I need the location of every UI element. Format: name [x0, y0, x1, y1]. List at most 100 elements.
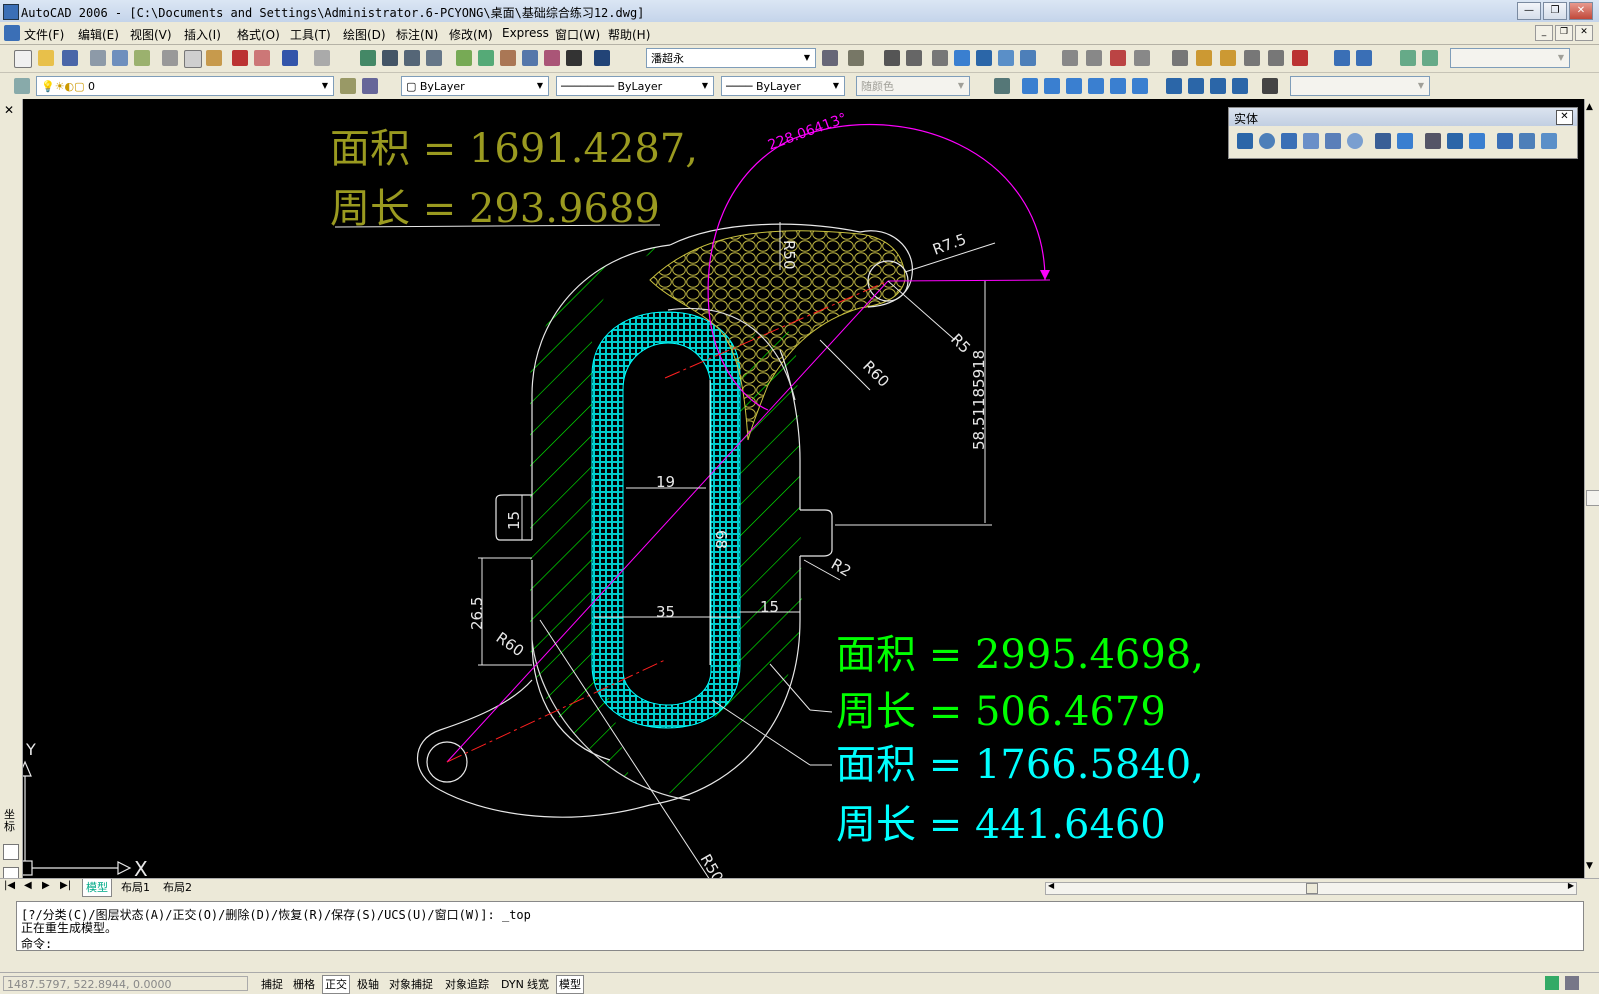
scroll-left-icon[interactable]: ◀: [1048, 881, 1054, 890]
comm-center-icon[interactable]: [1545, 976, 1559, 990]
tab-layout1[interactable]: 布局1: [118, 879, 153, 896]
command-window[interactable]: [?/分类(C)/图层状态(A)/正交(O)/删除(D)/恢复(R)/保存(S)…: [16, 901, 1584, 951]
setup-profile-icon[interactable]: [1541, 133, 1557, 149]
close-button[interactable]: ✕: [1569, 2, 1593, 20]
dim-15-left-label[interactable]: 15: [505, 511, 523, 530]
abc-icon[interactable]: [1134, 50, 1150, 66]
sheetset-icon[interactable]: [522, 50, 538, 66]
grid-toggle[interactable]: 栅格: [290, 975, 318, 994]
horizontal-scrollbar[interactable]: ◀ ▶: [1045, 881, 1577, 895]
preview-icon[interactable]: [112, 50, 128, 66]
lineweight-combo[interactable]: ──── ByLayer ▼: [721, 76, 845, 96]
iso-nw-icon[interactable]: [1232, 78, 1248, 94]
doc-close-button[interactable]: ✕: [1575, 25, 1593, 41]
tablestyle-icon[interactable]: [848, 50, 864, 66]
linetype-combo[interactable]: ──────── ByLayer ▼: [556, 76, 714, 96]
zoom-window-icon[interactable]: [404, 50, 420, 66]
perimeter-1-label[interactable]: 周长 = 293.9689: [330, 186, 660, 232]
layout2-icon[interactable]: [1422, 50, 1438, 66]
wedge-icon[interactable]: [1325, 133, 1341, 149]
iso-sw-icon[interactable]: [1166, 78, 1182, 94]
make-current-layer-icon[interactable]: [340, 78, 356, 94]
paste-icon[interactable]: [206, 50, 222, 66]
cone-icon[interactable]: [1303, 133, 1319, 149]
menu-insert[interactable]: 插入(I): [184, 26, 221, 43]
id-icon[interactable]: [1268, 50, 1284, 66]
viewport-icon[interactable]: [1334, 50, 1350, 66]
view-bottom-icon[interactable]: [1044, 78, 1060, 94]
doc-minimize-button[interactable]: _: [1535, 25, 1553, 41]
box-solid-icon[interactable]: [1237, 133, 1253, 149]
setup-drawing-icon[interactable]: [1497, 133, 1513, 149]
perimeter-2-label[interactable]: 周长 = 506.4679: [836, 689, 1166, 735]
dim-68-label[interactable]: 68: [712, 530, 730, 549]
dim-vertical-label[interactable]: 58.51185918: [970, 350, 988, 450]
shade-icon[interactable]: [998, 50, 1014, 66]
blockedit-icon[interactable]: [254, 50, 270, 66]
box-icon[interactable]: [932, 50, 948, 66]
dim-265-label[interactable]: 26.5: [468, 597, 486, 630]
interfere-icon[interactable]: [1469, 133, 1485, 149]
redo-icon[interactable]: [314, 50, 330, 66]
vscroll-thumb[interactable]: [1586, 490, 1599, 506]
solid-icon[interactable]: [954, 50, 970, 66]
new-icon[interactable]: [14, 50, 32, 68]
hatch-icon[interactable]: [1110, 50, 1126, 66]
dim-r60-left-label[interactable]: R60: [493, 629, 528, 661]
dim-r75-label[interactable]: R7.5: [930, 230, 968, 259]
toolpalettes-icon[interactable]: [500, 50, 516, 66]
publish-icon[interactable]: [134, 50, 150, 66]
layer-combo[interactable]: 💡☀◐▢ 0 ▼: [36, 76, 334, 96]
matchprop-icon[interactable]: [232, 50, 248, 66]
undo-icon[interactable]: [282, 50, 298, 66]
menu-express[interactable]: Express: [502, 26, 549, 40]
dim-35-label[interactable]: 35: [656, 603, 675, 621]
camera-icon[interactable]: [1262, 78, 1278, 94]
tab-model[interactable]: 模型: [82, 879, 112, 897]
view-left-icon[interactable]: [1066, 78, 1082, 94]
menu-edit[interactable]: 编辑(E): [78, 26, 119, 43]
dim-r60-top-label[interactable]: R60: [859, 357, 893, 391]
area-2-label[interactable]: 面积 = 2995.4698,: [836, 632, 1204, 678]
next-tab-icon[interactable]: ▶: [42, 880, 50, 891]
inquiry-icon[interactable]: [1172, 50, 1188, 66]
plotstyle-combo[interactable]: 随颜色 ▼: [856, 76, 970, 96]
text-icon[interactable]: [884, 50, 900, 66]
calculator-icon[interactable]: [566, 50, 582, 66]
document-icon[interactable]: [4, 25, 20, 41]
restore-button[interactable]: ❐: [1543, 2, 1567, 20]
perimeter-3-label[interactable]: 周长 = 441.6460: [836, 802, 1166, 848]
lineweight-toggle[interactable]: 线宽: [524, 975, 552, 994]
markup-icon[interactable]: [544, 50, 560, 66]
menu-modify[interactable]: 修改(M): [449, 26, 493, 43]
named-view-combo[interactable]: ▼: [1290, 76, 1430, 96]
angle-label[interactable]: 228.06413°: [766, 110, 849, 153]
minimize-button[interactable]: —: [1517, 2, 1541, 20]
area-3-label[interactable]: 面积 = 1766.5840,: [836, 742, 1204, 788]
menu-help[interactable]: 帮助(H): [608, 26, 650, 43]
coordinate-readout[interactable]: 1487.5797, 522.8944, 0.0000: [3, 976, 248, 991]
save-icon[interactable]: [62, 50, 78, 66]
iso-ne-icon[interactable]: [1210, 78, 1226, 94]
dim-r50-top-label[interactable]: R50: [780, 240, 798, 270]
zoom-previous-icon[interactable]: [426, 50, 442, 66]
list-icon[interactable]: [1244, 50, 1260, 66]
ucs-icon[interactable]: [994, 78, 1010, 94]
view-top-icon[interactable]: [1022, 78, 1038, 94]
layout-icon[interactable]: [1400, 50, 1416, 66]
menu-dimension[interactable]: 标注(N): [396, 26, 438, 43]
drawing-svg[interactable]: 19 68 35 15 15 26.5 R60 58.51185918 R7.5…: [0, 99, 1599, 878]
designcenter-icon[interactable]: [478, 50, 494, 66]
layer-previous-icon[interactable]: [362, 78, 378, 94]
properties-icon[interactable]: [456, 50, 472, 66]
dim-19-label[interactable]: 19: [656, 473, 675, 491]
dim-r2-label[interactable]: R2: [828, 555, 854, 581]
drawing-canvas[interactable]: 19 68 35 15 15 26.5 R60 58.51185918 R7.5…: [0, 99, 1599, 878]
print-icon[interactable]: [90, 50, 106, 66]
scroll-down-icon[interactable]: ▼: [1586, 861, 1593, 871]
angle-ray[interactable]: [887, 279, 1051, 282]
first-tab-icon[interactable]: |◀: [4, 880, 15, 891]
dim-r50-bottom-label[interactable]: R50: [697, 851, 727, 878]
view-right-icon[interactable]: [1088, 78, 1104, 94]
hscroll-thumb[interactable]: [1306, 883, 1318, 894]
